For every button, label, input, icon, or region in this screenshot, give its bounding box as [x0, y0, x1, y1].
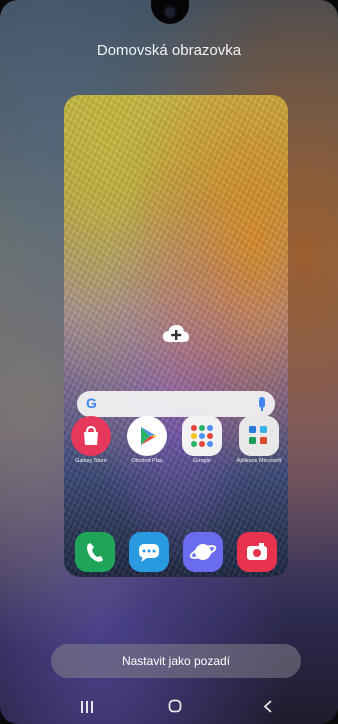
home-icon: [168, 699, 182, 713]
app-label: Obchod Play: [131, 458, 163, 464]
app-label: Galaxy Store: [75, 458, 107, 464]
front-camera-icon: [165, 7, 175, 17]
recent-apps-button[interactable]: [80, 700, 94, 713]
app-google-folder[interactable]: Google: [177, 416, 227, 464]
phone-icon: [75, 532, 115, 572]
recent-apps-icon: [81, 701, 93, 713]
google-search-bar[interactable]: G: [77, 391, 275, 417]
galaxy-store-icon: [71, 416, 111, 456]
google-logo-icon: G: [86, 395, 97, 411]
app-microsoft-folder[interactable]: Aplikace Microsoft: [234, 416, 284, 464]
app-camera[interactable]: [232, 532, 282, 572]
messages-icon: [129, 532, 169, 572]
cloud-add-icon[interactable]: [162, 323, 190, 345]
app-label: Google: [193, 458, 211, 464]
app-google-play[interactable]: Obchod Play: [122, 416, 172, 464]
app-label: Aplikace Microsoft: [236, 458, 282, 464]
microphone-icon[interactable]: [259, 397, 265, 411]
app-internet[interactable]: [178, 532, 228, 572]
camera-icon: [237, 532, 277, 572]
screen-title: Domovská obrazovka: [96, 42, 242, 59]
play-store-icon: [127, 416, 167, 456]
back-button[interactable]: [263, 700, 273, 713]
app-galaxy-store[interactable]: Galaxy Store: [66, 416, 116, 464]
google-folder-icon: [182, 416, 222, 456]
wallpaper-preview[interactable]: G Galaxy Store Obchod Play Google Aplika…: [64, 95, 288, 577]
set-as-wallpaper-button[interactable]: Nastavit jako pozadí: [51, 644, 301, 678]
app-messages[interactable]: [124, 532, 174, 572]
microsoft-folder-icon: [239, 416, 279, 456]
app-phone[interactable]: [70, 532, 120, 572]
home-button[interactable]: [168, 699, 182, 713]
back-icon: [263, 700, 272, 713]
camera-notch: [151, 0, 189, 24]
phone-screen: Domovská obrazovka G Galaxy Store Obchod…: [0, 0, 338, 724]
internet-icon: [183, 532, 223, 572]
